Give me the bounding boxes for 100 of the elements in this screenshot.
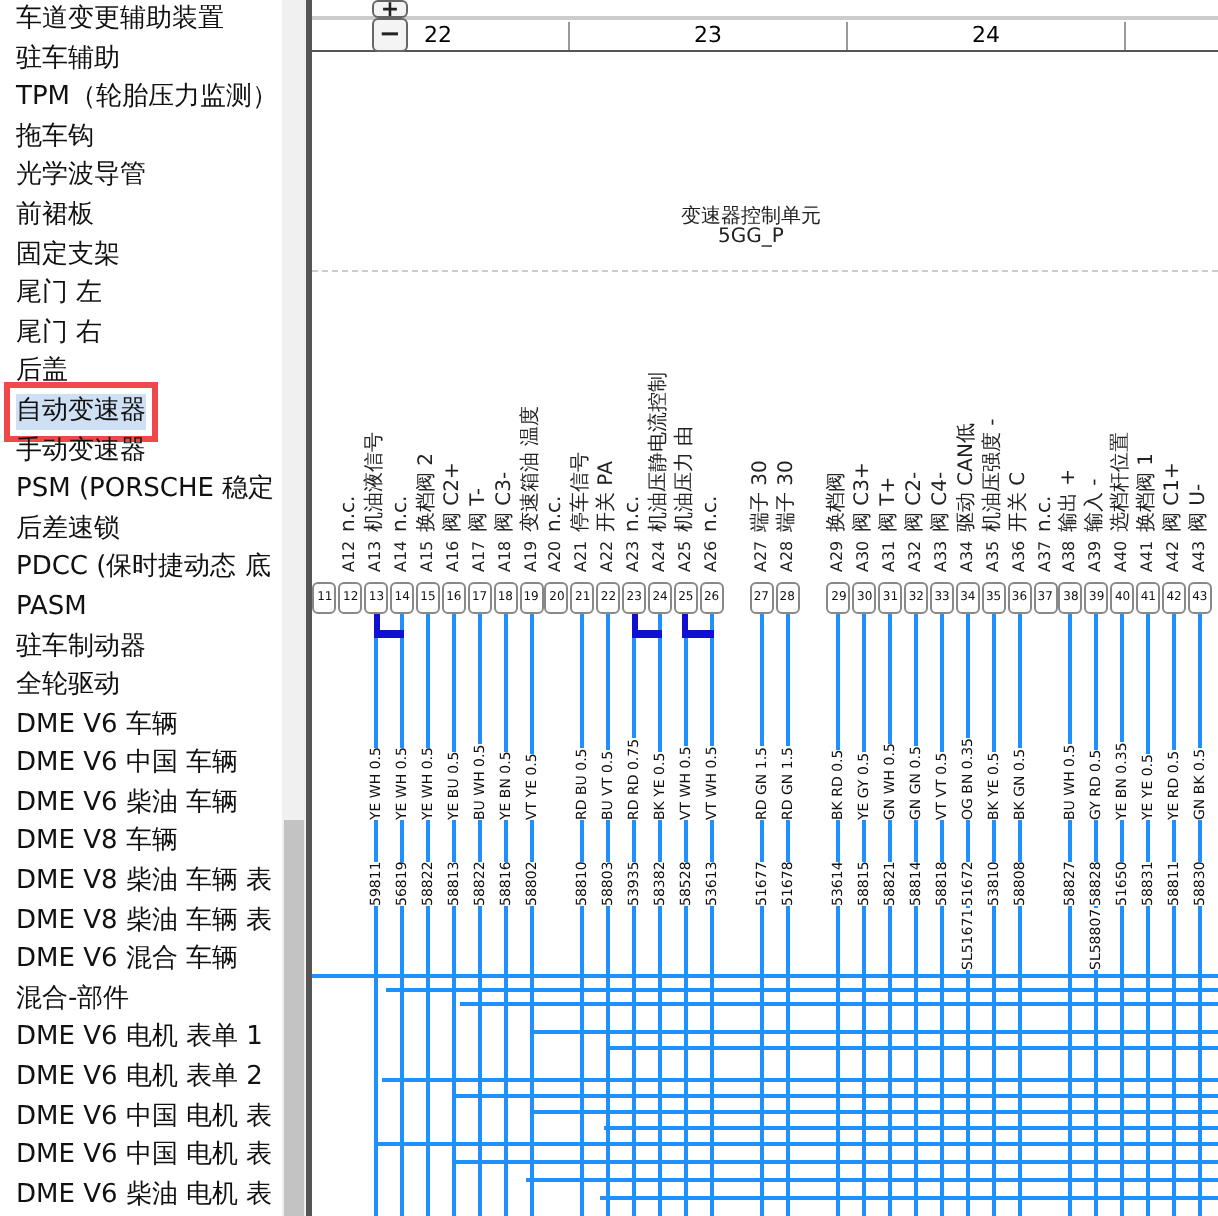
sidebar-item[interactable]: TPM（轮胎压力监测） bbox=[16, 80, 278, 117]
sidebar-item[interactable]: DME V6 柴油 电机 表 bbox=[16, 1177, 273, 1214]
pin-function-label: 选档杆位置 bbox=[1112, 432, 1133, 532]
sidebar-item[interactable]: 后差速锁 bbox=[16, 511, 120, 548]
scrollbar[interactable] bbox=[282, 0, 306, 1216]
sidebar-item[interactable]: DME V8 柴油 车辆 表 bbox=[16, 903, 273, 940]
sidebar-item[interactable]: 驻车辅助 bbox=[16, 41, 120, 78]
pin-function-label: 机油压静电流控制 bbox=[650, 372, 671, 532]
pin-label: A38 bbox=[1060, 540, 1081, 572]
pin-label: A31 bbox=[880, 540, 901, 572]
pin-function-label: 输出 + bbox=[1060, 468, 1081, 532]
pin-function-label: n.c. bbox=[624, 495, 645, 532]
pin-function-label: 阀 U- bbox=[1189, 483, 1210, 532]
pin-function-label: 开关 C bbox=[1009, 471, 1030, 532]
pin-function-label: 阀 C2- bbox=[906, 471, 927, 532]
collapse-button[interactable]: − bbox=[372, 18, 408, 52]
pin-label: A12 bbox=[340, 540, 361, 572]
pin-function-label: 机油液信号 bbox=[366, 432, 387, 532]
pin-function-label: 阀 C3- bbox=[495, 471, 516, 532]
unit-code: 5GG_P bbox=[718, 228, 784, 248]
pin-function-label: 阀 C2+ bbox=[443, 462, 464, 532]
pin-label: A16 bbox=[443, 540, 464, 572]
pin-function-label: 阀 C3+ bbox=[854, 462, 875, 532]
pin-function-label: 驱动 CAN低 bbox=[957, 423, 978, 532]
sidebar-item[interactable]: 后盖 bbox=[16, 354, 68, 391]
sidebar-item[interactable]: 拖车钩 bbox=[16, 119, 94, 156]
pin-function-label: 开关 PA bbox=[598, 461, 619, 532]
column-number: 23 bbox=[694, 22, 722, 48]
pin-label: A15 bbox=[418, 540, 438, 572]
sidebar-item[interactable]: DME V6 电机 表单 2 bbox=[16, 1060, 263, 1097]
pin-label: A17 bbox=[469, 540, 490, 572]
column-number: 24 bbox=[972, 22, 1000, 48]
pin-function-label: 换档阀 2 bbox=[418, 452, 438, 532]
pin-label: A28 bbox=[777, 540, 798, 572]
sidebar-item[interactable]: DME V8 车辆 bbox=[16, 824, 178, 861]
pin-label: A41 bbox=[1138, 540, 1159, 572]
pin-label: A34 bbox=[957, 540, 978, 572]
sidebar-item[interactable]: 车道变更辅助装置 bbox=[16, 2, 224, 38]
pin-label: A36 bbox=[1009, 540, 1030, 572]
pin-function-label: n.c. bbox=[340, 495, 361, 532]
pin-function-label: n.c. bbox=[701, 495, 722, 532]
scrollbar-thumb[interactable] bbox=[284, 820, 304, 1216]
unit-title: 变速器控制单元 bbox=[681, 208, 821, 228]
sidebar-item[interactable]: DME V6 中国 电机 表 bbox=[16, 1138, 273, 1175]
pin-label: A19 bbox=[521, 540, 542, 572]
pin-label: A43 bbox=[1189, 540, 1210, 572]
sidebar-item[interactable]: 固定支架 bbox=[16, 237, 120, 274]
pin-label: A33 bbox=[932, 540, 953, 572]
sidebar-item[interactable]: DME V6 柴油 车辆 bbox=[16, 785, 239, 822]
pin-label: A25 bbox=[675, 540, 696, 572]
pin-label: A18 bbox=[495, 540, 516, 572]
sidebar-item[interactable]: DME V6 中国 车辆 bbox=[16, 746, 239, 783]
sidebar-item[interactable]: DME V6 电机 表单 1 bbox=[16, 1020, 263, 1057]
sidebar-item[interactable]: 光学波导管 bbox=[16, 158, 146, 195]
pin-label: A23 bbox=[624, 540, 645, 572]
pin-label: A29 bbox=[828, 540, 849, 572]
pin-label: A40 bbox=[1112, 540, 1133, 572]
pin-function-label: 换档阀 bbox=[828, 472, 849, 532]
sidebar-item[interactable]: PASM bbox=[16, 589, 87, 626]
pin-label: A32 bbox=[906, 540, 927, 572]
pin-function-label: 换档阀 1 bbox=[1138, 452, 1159, 532]
sidebar-item[interactable]: 全轮驱动 bbox=[16, 668, 120, 705]
pin-function-label: 阀 C1+ bbox=[1164, 462, 1185, 532]
sidebar-item[interactable]: 尾门 右 bbox=[16, 315, 103, 352]
pin-function-label: 变速箱油 温度 bbox=[521, 405, 542, 532]
sidebar-item[interactable]: 前裙板 bbox=[16, 197, 94, 234]
pin-function-label: 机油压强度 - bbox=[983, 418, 1004, 532]
pin-function-label: 端子 30 bbox=[751, 460, 772, 532]
column-number: 22 bbox=[424, 22, 452, 48]
pin-label: A13 bbox=[366, 540, 387, 572]
pin-label: A21 bbox=[572, 540, 593, 572]
sidebar-item[interactable]: DME V6 车辆 bbox=[16, 707, 178, 744]
sidebar-item[interactable]: 自动变速器 bbox=[16, 393, 146, 430]
pin-label: A27 bbox=[751, 540, 772, 572]
pin-function-label: 阀 T+ bbox=[880, 476, 901, 532]
sidebar-item[interactable]: DME V8 柴油 车辆 表 bbox=[16, 864, 273, 901]
pin-function-label: 输入 - bbox=[1086, 478, 1107, 532]
pin-function-label: 阀 C4- bbox=[932, 471, 953, 532]
pin-label: A35 bbox=[983, 540, 1004, 572]
sidebar-item[interactable]: 尾门 左 bbox=[16, 276, 103, 313]
sidebar-item[interactable]: DME V6 中国 电机 表 bbox=[16, 1099, 273, 1136]
sidebar-item[interactable]: PSM (PORSCHE 稳定 bbox=[16, 472, 275, 509]
pin-function-label: 端子 30 bbox=[777, 460, 798, 532]
sidebar-item[interactable]: 驻车制动器 bbox=[16, 629, 146, 665]
pin-label: A42 bbox=[1164, 540, 1185, 572]
pin-label: A37 bbox=[1035, 540, 1056, 572]
sidebar-item[interactable]: 混合-部件 bbox=[16, 981, 130, 1018]
pin-label: A14 bbox=[392, 540, 413, 572]
pin-function-label: n.c. bbox=[546, 495, 567, 532]
pin-label: A30 bbox=[854, 540, 875, 572]
sidebar-item[interactable]: DME V6 混合 车辆 bbox=[16, 942, 239, 979]
pin-function-label: 停车信号 bbox=[572, 452, 593, 532]
pin-function-label: 阀 T- bbox=[469, 488, 490, 532]
sidebar-item[interactable]: PDCC (保时捷动态 底 bbox=[16, 550, 271, 587]
sidebar-item[interactable]: 手动变速器 bbox=[16, 433, 146, 470]
pin-function-label: n.c. bbox=[1035, 495, 1056, 532]
pin-label: A20 bbox=[546, 540, 567, 572]
expand-button[interactable]: + bbox=[372, 0, 408, 18]
pin-label: A22 bbox=[598, 540, 619, 572]
pin-label: A24 bbox=[650, 540, 671, 572]
